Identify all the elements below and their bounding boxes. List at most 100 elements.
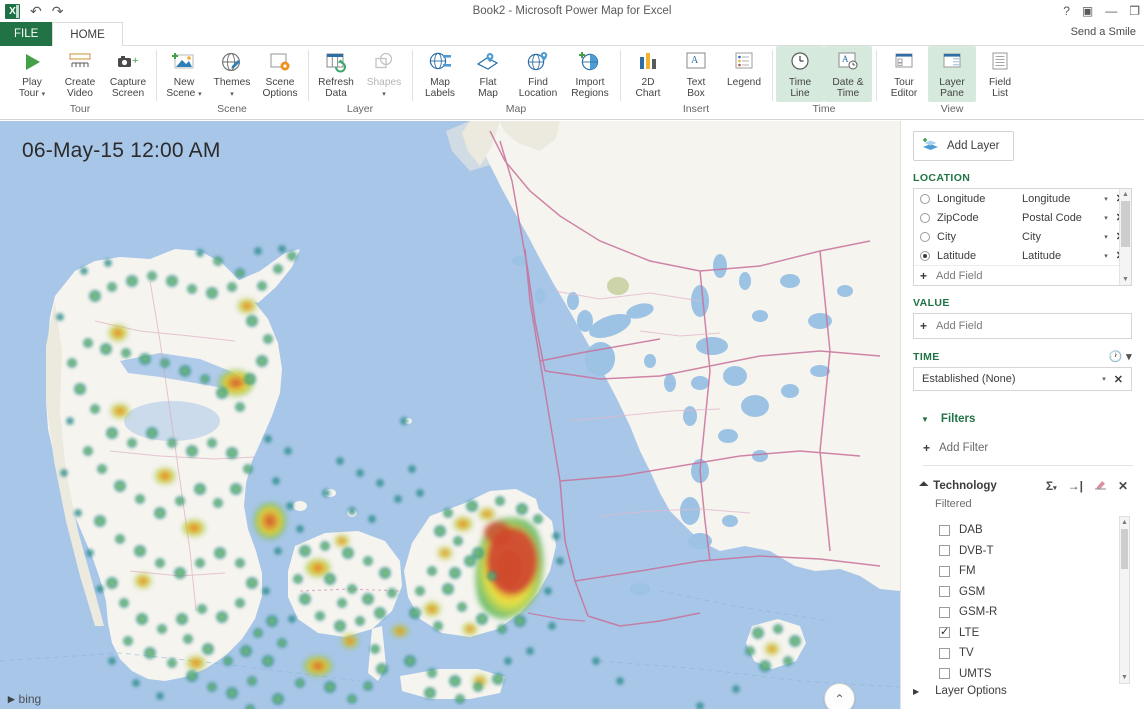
field-list-label-1: Field	[988, 77, 1012, 88]
tab-file[interactable]: FILE	[0, 22, 53, 46]
undo-icon[interactable]: ↶	[30, 4, 42, 18]
checkbox-fm[interactable]	[939, 565, 950, 577]
ribbon-group-time-label: Time	[812, 103, 836, 115]
help-icon[interactable]: ?	[1063, 4, 1070, 18]
clear-filter-icon[interactable]	[1094, 478, 1107, 493]
checkbox-umts[interactable]	[939, 668, 950, 680]
location-radio-zipcode[interactable]	[920, 212, 930, 223]
filter-item-tv[interactable]: TV	[913, 643, 1132, 664]
layer-pane-button[interactable]: Layer Pane	[928, 46, 976, 102]
layer-options-expand-icon[interactable]: ▶	[913, 687, 919, 696]
date-time-button[interactable]: A Date & Time	[824, 46, 872, 102]
play-tour-button[interactable]: Play Tour ▾	[8, 46, 56, 100]
filters-section-header[interactable]: ▼ Filters	[921, 413, 1132, 425]
ribbon-options-icon[interactable]: ▣	[1082, 4, 1093, 18]
tab-home[interactable]: HOME	[52, 22, 123, 46]
time-field-dropdown[interactable]: ▾	[1102, 375, 1106, 383]
date-time-overlay: 06-May-15 12:00 AM	[22, 139, 221, 162]
bing-attribution: ▸ bing	[8, 691, 41, 707]
filter-item-dab[interactable]: DAB	[913, 520, 1132, 541]
filter-item-gsmr[interactable]: GSM-R	[913, 602, 1132, 623]
technology-collapse-icon[interactable]: ◤	[919, 480, 930, 491]
checkbox-dvbt[interactable]	[939, 545, 950, 557]
map-canvas[interactable]: 06-May-15 12:00 AM ▸ bing ⌃ ‹ › ⌄ + − ▶ …	[0, 121, 900, 709]
find-location-button[interactable]: Find Location	[512, 46, 564, 99]
tour-editor-button[interactable]: Tour Editor	[880, 46, 928, 99]
scene-options-label-2: Options	[262, 88, 298, 99]
legend-button[interactable]: Legend	[720, 46, 768, 88]
location-radio-city[interactable]	[920, 231, 930, 242]
checkbox-gsmr[interactable]	[939, 606, 950, 618]
location-row-latitude[interactable]: Latitude Latitude ▾ ✕	[914, 246, 1131, 265]
location-scrollbar[interactable]: ▲ ▼	[1119, 189, 1131, 285]
scroll-down-icon[interactable]: ▼	[1120, 274, 1131, 285]
map-labels-button[interactable]: Map Labels	[416, 46, 464, 99]
capture-screen-button[interactable]: + Capture Screen	[104, 46, 152, 99]
location-type-dropdown-latitude[interactable]: ▾	[1104, 252, 1108, 260]
time-line-label-2: Line	[790, 88, 810, 99]
location-type-longitude: Longitude	[1022, 192, 1071, 205]
refresh-data-button[interactable]: Refresh Data	[312, 46, 360, 99]
remove-filter-icon[interactable]: ✕	[1118, 479, 1128, 493]
checkbox-dab[interactable]	[939, 524, 950, 536]
filter-item-dvbt[interactable]: DVB-T	[913, 541, 1132, 562]
filters-collapse-icon[interactable]: ▼	[921, 415, 929, 424]
new-scene-label-1: New	[173, 77, 195, 88]
location-type-zipcode: Postal Code	[1022, 211, 1082, 224]
themes-button[interactable]: Themes ▾	[208, 46, 256, 100]
filters-label: Filters	[940, 413, 976, 425]
scene-options-label-1: Scene	[265, 77, 295, 88]
location-row-city[interactable]: City City ▾ ✕	[914, 227, 1131, 246]
filter-scroll-thumb[interactable]	[1121, 529, 1128, 569]
minimize-icon[interactable]: —	[1105, 4, 1117, 18]
add-filter-button[interactable]: + Add Filter	[923, 441, 1133, 466]
capture-screen-icon: +	[115, 49, 141, 75]
ribbon-group-view: Tour Editor Layer Pane Field List View	[876, 46, 1028, 119]
checkbox-gsm[interactable]	[939, 586, 950, 598]
location-type-dropdown-zipcode[interactable]: ▾	[1104, 214, 1108, 222]
aggregate-icon[interactable]: Σ▾	[1046, 479, 1057, 493]
filter-scroll-down-icon[interactable]: ▼	[1120, 672, 1129, 683]
text-box-button[interactable]: A Text Box	[672, 46, 720, 99]
filter-item-gsm[interactable]: GSM	[913, 582, 1132, 603]
new-scene-button[interactable]: New Scene ▾	[160, 46, 208, 100]
location-row-zipcode[interactable]: ZipCode Postal Code ▾ ✕	[914, 208, 1131, 227]
shapes-button[interactable]: Shapes ▾	[360, 46, 408, 100]
field-list-button[interactable]: Field List	[976, 46, 1024, 99]
svg-text:A: A	[842, 54, 849, 64]
checkbox-lte[interactable]	[939, 625, 950, 639]
location-radio-latitude[interactable]	[920, 250, 930, 261]
restore-icon[interactable]: ❐	[1129, 4, 1140, 18]
scroll-thumb[interactable]	[1121, 201, 1130, 247]
location-add-field-button[interactable]: + Add Field	[914, 265, 1131, 285]
legend-icon	[731, 49, 757, 75]
layer-options-section[interactable]: ▶ Layer Options	[913, 685, 1007, 697]
send-a-smile-link[interactable]: Send a Smile	[1071, 26, 1136, 38]
filter-values-scrollbar[interactable]: ▲ ▼	[1119, 516, 1130, 684]
value-add-field-button[interactable]: + Add Field	[913, 313, 1132, 339]
add-layer-button[interactable]: Add Layer	[913, 131, 1015, 161]
location-row-longitude[interactable]: Longitude Longitude ▾ ✕	[914, 189, 1131, 208]
scroll-up-icon[interactable]: ▲	[1120, 189, 1131, 200]
filter-item-fm[interactable]: FM	[913, 561, 1132, 582]
create-video-button[interactable]: Create Video	[56, 46, 104, 99]
range-filter-icon[interactable]: →|	[1068, 479, 1083, 493]
time-field-row[interactable]: Established (None) ▾ ✕	[913, 367, 1132, 391]
import-regions-button[interactable]: Import Regions	[564, 46, 616, 99]
redo-icon[interactable]: ↷	[52, 4, 64, 18]
pan-up-button[interactable]: ⌃	[824, 683, 855, 709]
location-type-dropdown-longitude[interactable]: ▾	[1104, 195, 1108, 203]
tour-editor-icon	[891, 49, 917, 75]
filter-scroll-up-icon[interactable]: ▲	[1120, 517, 1129, 528]
time-field-remove[interactable]: ✕	[1114, 373, 1123, 386]
2d-chart-button[interactable]: 2D Chart	[624, 46, 672, 99]
filter-item-lte[interactable]: LTE	[913, 623, 1132, 644]
scene-options-button[interactable]: Scene Options	[256, 46, 304, 99]
flat-map-button[interactable]: Flat Map	[464, 46, 512, 99]
time-clock-icon[interactable]: 🕐 ▾	[1109, 350, 1132, 363]
filter-item-umts[interactable]: UMTS	[913, 664, 1132, 685]
checkbox-tv[interactable]	[939, 647, 950, 659]
location-type-dropdown-city[interactable]: ▾	[1104, 233, 1108, 241]
location-radio-longitude[interactable]	[920, 193, 930, 204]
time-line-button[interactable]: Time Line	[776, 46, 824, 102]
